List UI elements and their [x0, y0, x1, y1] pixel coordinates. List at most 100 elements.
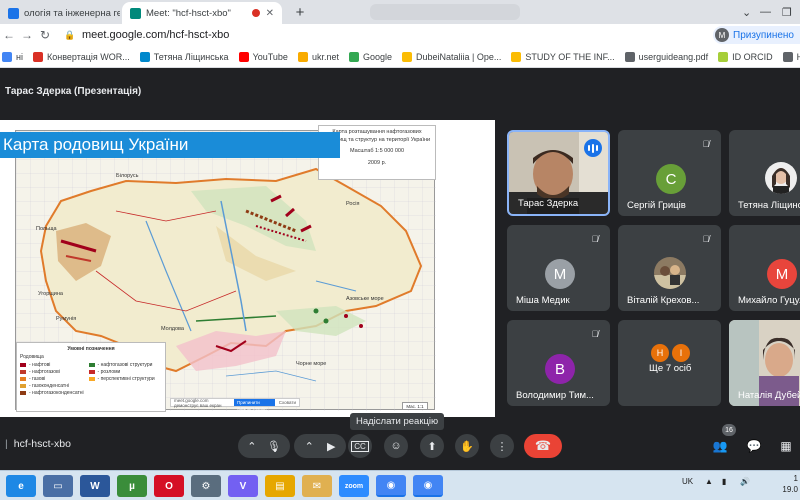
legend-row: - розломи [88, 368, 162, 375]
present-button[interactable]: ⬆ [420, 434, 444, 458]
language-indicator[interactable]: UK [682, 477, 693, 486]
browser-tab-meet[interactable]: Meet: "hcf-hsct-xbo" ✕ [122, 2, 282, 24]
others-avatars: Н І [651, 344, 693, 362]
maximize-icon[interactable]: ❐ [782, 0, 792, 24]
participant-tile[interactable]: 🎙̸ Тетяна Ліщинська [729, 130, 800, 216]
hide-notice-button[interactable]: Сховати [279, 400, 296, 405]
taskbar-app-icon[interactable]: ⚙ [191, 475, 221, 497]
taskbar-app-icon[interactable]: zoom [339, 475, 369, 497]
speaking-indicator-icon [584, 139, 602, 157]
camera-icon[interactable]: ▶ [327, 440, 335, 453]
mic-options-chevron-icon[interactable]: ⌃ [247, 440, 256, 453]
hang-up-icon: ☎ [534, 438, 552, 453]
browser-tab-geology[interactable]: ологія та інженерна гео ✕ [0, 2, 120, 24]
taskbar-app-icon[interactable]: W [80, 475, 110, 497]
participant-tile[interactable]: 🎙̸ M Михайло Гуцул [729, 225, 800, 311]
map-label-azov-sea: Азовське море [346, 296, 384, 302]
others-tile[interactable]: Н І Ще 7 осіб [618, 320, 721, 406]
captions-button[interactable]: CC [348, 434, 372, 458]
bookmark-item[interactable]: ukr.net [297, 51, 339, 62]
bookmark-label: ні [16, 51, 23, 62]
people-count-badge: 16 [722, 424, 736, 436]
microphone-control[interactable]: ⌃ 🎙 [238, 434, 290, 458]
bookmark-item[interactable]: Конвертація WOR... [32, 51, 130, 62]
participant-photo [654, 257, 686, 289]
camera-options-chevron-icon[interactable]: ⌃ [305, 440, 314, 453]
bookmark-item[interactable]: YouTube [238, 51, 288, 62]
taskbar-app-icon[interactable]: O [154, 475, 184, 497]
stop-sharing-button[interactable]: Припинити демонстрацію [234, 399, 275, 412]
legend-row: - нафтогазоконденсатні [20, 389, 89, 396]
screen-share-text: meet.google.com демонструє ваш екран [174, 397, 222, 408]
participant-name: Михайло Гуцул [738, 295, 800, 306]
recording-dot-icon [251, 9, 260, 17]
bookmark-item[interactable]: STUDY OF THE INF... [511, 51, 615, 62]
participant-name: Міша Медик [516, 295, 570, 306]
legend-swatch [20, 376, 26, 381]
bookmark-item[interactable]: Нова вкладка [782, 51, 800, 62]
reaction-button[interactable]: ☺ [384, 434, 408, 458]
participant-tile[interactable]: 🎙̸ B Володимир Тим... [507, 320, 610, 406]
minimize-icon[interactable]: — [760, 0, 771, 24]
taskbar-app-icon[interactable]: ▤ [265, 475, 295, 497]
legend-row: - нафтогазові [20, 368, 89, 375]
network-icon[interactable]: ▮ [722, 477, 726, 486]
bookmark-item[interactable]: ні [2, 51, 23, 62]
legend-swatch [20, 369, 26, 374]
tab-search-icon[interactable]: ⌄ [742, 0, 751, 24]
bookmark-item[interactable]: Google [348, 51, 392, 62]
mic-off-icon: 🎙̸ [702, 139, 710, 149]
microphone-icon[interactable]: 🎙 [267, 440, 281, 453]
taskbar-app-icon[interactable]: ✉ [302, 475, 332, 497]
camera-control[interactable]: ⌃ ▶ [294, 434, 346, 458]
meeting-code-text: hcf-hsct-xbo [13, 438, 71, 450]
bookmark-item[interactable]: ID ORCID [718, 51, 773, 62]
background-tab[interactable] [370, 4, 520, 20]
participant-tile[interactable]: Тарас Здерка [507, 130, 610, 216]
profile-status: Призупинено [733, 29, 794, 41]
taskbar-app-icon[interactable]: ▭ [43, 475, 73, 497]
lock-icon[interactable]: 🔒 [64, 30, 78, 41]
participant-tile[interactable]: 🎙̸ С Сергій Гриців [618, 130, 721, 216]
bookmark-item[interactable]: DubeiNataliia | Ope... [402, 51, 501, 62]
legend-swatch [88, 369, 95, 374]
profile-button[interactable]: M Призупинено [713, 26, 800, 44]
clock-time: 1 [793, 474, 798, 483]
taskbar-app-icon[interactable]: µ [117, 475, 147, 497]
activities-icon[interactable]: ▦ [776, 436, 796, 456]
more-options-button[interactable]: ⋮ [490, 434, 514, 458]
back-icon[interactable]: ← [0, 28, 18, 42]
people-icon[interactable]: 👥 [710, 436, 730, 456]
reload-icon[interactable]: ↻ [36, 28, 54, 42]
tray-arrow-icon[interactable]: ▲ [705, 477, 713, 486]
participant-tile[interactable]: 🎙̸ M Міша Медик [507, 225, 610, 311]
bookmark-favicon-icon [139, 51, 150, 62]
bookmark-favicon-icon [348, 51, 359, 62]
bookmark-item[interactable]: Тетяна Ліщинська [139, 51, 229, 62]
bookmark-item[interactable]: userguideang.pdf [624, 51, 709, 62]
taskbar-app-icon[interactable]: ◉ [413, 475, 443, 497]
meet-favicon-icon [130, 7, 141, 19]
map-label-moldova: Молдова [161, 326, 184, 332]
participant-tile[interactable]: 🎙̸ Віталій Крехов... [618, 225, 721, 311]
leave-call-button[interactable]: ☎ [524, 434, 562, 458]
raise-hand-button[interactable]: ✋ [455, 434, 479, 458]
taskbar-app-icon[interactable]: e [6, 475, 36, 497]
url-text[interactable]: meet.google.com/hcf-hsct-xbo [82, 29, 229, 41]
forward-icon[interactable]: → [18, 28, 36, 42]
legend-row: - газоконденсатні [20, 382, 89, 389]
volume-icon[interactable]: 🔊 [740, 477, 750, 486]
legend-label: - розломи [97, 368, 121, 375]
map-info-line: 2009 р. [367, 160, 387, 167]
legend-row: - перспективні структури [88, 375, 162, 382]
participant-tile[interactable]: Наталія Дубей [729, 320, 800, 406]
close-tab-icon[interactable]: ✕ [266, 8, 274, 19]
taskbar-app-icon[interactable]: ◉ [376, 475, 406, 497]
bookmark-label: userguideang.pdf [638, 51, 709, 62]
taskbar-app-icon[interactable]: V [228, 475, 258, 497]
others-count: Ще 7 осіб [649, 363, 692, 374]
clock[interactable]: 1 19.0 [760, 473, 798, 495]
new-tab-button[interactable]: + [290, 3, 310, 21]
chat-icon[interactable]: 💬 [744, 436, 764, 456]
captions-icon: CC [351, 440, 369, 452]
